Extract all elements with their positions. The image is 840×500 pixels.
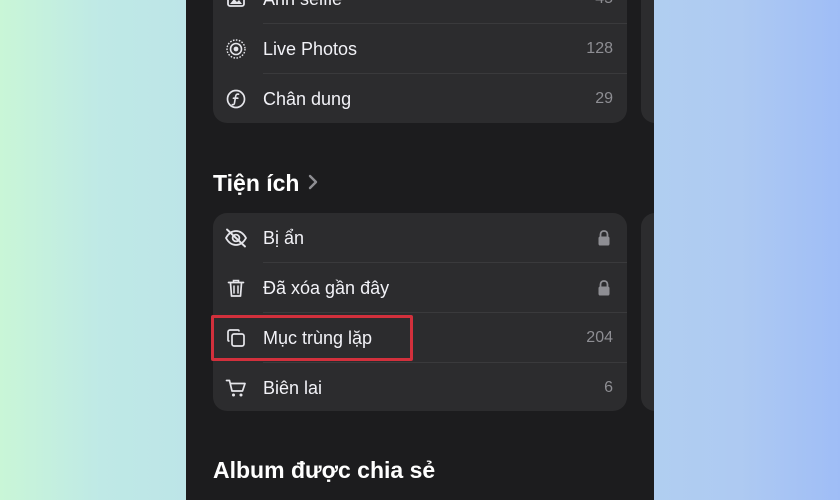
utilities-card: Bị ẩn Đã xóa gần đây Mục trùng lặp 204 B… (213, 213, 627, 411)
list-item-label: Live Photos (263, 39, 358, 59)
section-title-text: Album được chia sẻ (213, 457, 436, 483)
next-card-peek (641, 213, 654, 411)
list-item-label: Bị ẩn (263, 228, 305, 248)
list-item-duplicates[interactable]: Mục trùng lặp 204 (213, 313, 627, 363)
photos-albums-screen: Ảnh selfie 45 Live Photos 128 Chân dung … (186, 0, 654, 500)
list-item-label: Đã xóa gần đây (263, 278, 390, 298)
list-item-recently-deleted[interactable]: Đã xóa gần đây (213, 263, 627, 313)
duplicate-icon (224, 327, 248, 349)
list-item-label: Chân dung (263, 89, 352, 109)
list-item-portrait[interactable]: Chân dung 29 (213, 74, 627, 124)
next-card-peek (641, 0, 654, 123)
list-item-selfie[interactable]: Ảnh selfie 45 (213, 0, 627, 24)
section-title-shared-albums[interactable]: Album được chia sẻ (213, 456, 435, 484)
item-count: 45 (595, 0, 613, 9)
item-count: 29 (595, 90, 613, 107)
cart-icon (224, 377, 248, 399)
section-title-text: Tiện ích (213, 170, 300, 196)
section-title-utilities[interactable]: Tiện ích (213, 168, 318, 197)
portrait-icon (224, 88, 248, 110)
list-item-label: Biên lai (263, 378, 323, 398)
list-item-label: Ảnh selfie (263, 0, 342, 10)
hidden-eye-icon (224, 227, 248, 249)
item-count: 128 (586, 40, 613, 57)
live-photos-icon (224, 38, 248, 60)
list-item-label: Mục trùng lặp (263, 328, 373, 348)
trash-icon (224, 277, 248, 299)
chevron-right-icon (308, 168, 318, 196)
selfie-icon (224, 0, 248, 10)
list-item-hidden[interactable]: Bị ẩn (213, 213, 627, 263)
lock-icon (597, 279, 611, 297)
list-item-live-photos[interactable]: Live Photos 128 (213, 24, 627, 74)
list-item-receipts[interactable]: Biên lai 6 (213, 363, 627, 413)
media-types-card: Ảnh selfie 45 Live Photos 128 Chân dung … (213, 0, 627, 123)
item-count: 6 (604, 379, 613, 396)
item-count: 204 (586, 329, 613, 346)
lock-icon (597, 229, 611, 247)
